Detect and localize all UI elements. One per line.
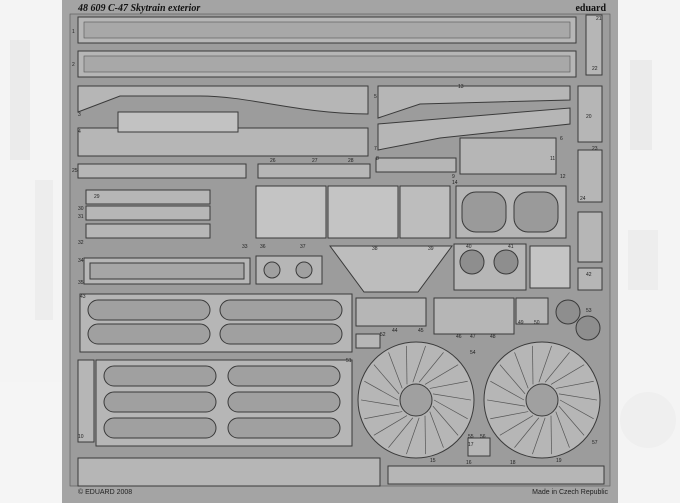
part-number-39: 39 <box>428 246 434 252</box>
part-number-18: 18 <box>510 460 516 466</box>
part-number-1: 1 <box>72 29 75 35</box>
part-number-30: 30 <box>78 206 84 212</box>
part-number-20: 20 <box>586 114 592 120</box>
part-number-23: 23 <box>592 146 598 152</box>
copyright-text: © EDUARD 2008 <box>78 489 133 496</box>
part-number-22: 22 <box>592 66 598 72</box>
part-number-44: 44 <box>392 328 398 334</box>
part-number-4: 4 <box>78 129 81 135</box>
mesh-panels <box>255 185 451 239</box>
part-number-27: 27 <box>312 158 318 164</box>
part-number-11: 11 <box>550 156 555 162</box>
brand-logo: eduard <box>575 3 606 14</box>
part-number-13: 13 <box>458 84 464 90</box>
part-number-32: 32 <box>78 240 84 246</box>
radial-fan-left <box>357 341 475 459</box>
part-number-5: 5 <box>374 94 377 100</box>
part-1-strip <box>77 16 577 44</box>
part-number-35: 35 <box>78 280 84 286</box>
part-number-16: 16 <box>466 460 472 466</box>
part-number-3: 3 <box>78 112 81 118</box>
part-number-51: 51 <box>346 358 352 364</box>
part-number-38: 38 <box>372 246 378 252</box>
part-number-57: 57 <box>592 440 598 446</box>
part-30-bar <box>83 257 251 285</box>
part-number-40: 40 <box>466 244 472 250</box>
part-number-8: 8 <box>376 156 379 162</box>
part-number-26: 26 <box>270 158 276 164</box>
part-number-17: 17 <box>468 442 474 448</box>
part-number-12: 12 <box>560 174 566 180</box>
vent-parts <box>453 243 571 291</box>
part-number-50: 50 <box>534 320 540 326</box>
part-number-2: 2 <box>72 62 75 68</box>
part-number-36: 36 <box>260 244 266 250</box>
part-number-41: 41 <box>508 244 514 250</box>
oval-slot-panels <box>77 293 353 447</box>
part-number-14: 14 <box>452 180 458 186</box>
part-number-53: 53 <box>586 308 592 314</box>
part-number-46: 46 <box>456 334 462 340</box>
part-number-24: 24 <box>580 196 586 202</box>
part-number-37: 37 <box>300 244 306 250</box>
oval-windows-upper <box>455 185 567 239</box>
part-number-55: 55 <box>468 434 474 440</box>
part-number-33: 33 <box>242 244 248 250</box>
part-number-28: 28 <box>348 158 354 164</box>
part-number-19: 19 <box>556 458 562 464</box>
part-number-29: 29 <box>94 194 100 200</box>
part-number-52: 52 <box>380 332 386 338</box>
part-number-6: 6 <box>560 136 563 142</box>
part-number-10: 10 <box>78 434 84 440</box>
part-number-56: 56 <box>480 434 486 440</box>
part-number-15: 15 <box>430 458 436 464</box>
radial-fan-right <box>483 341 601 459</box>
part-number-54: 54 <box>470 350 476 356</box>
part-number-21: 21 <box>596 16 602 22</box>
part-number-43: 43 <box>80 294 86 300</box>
origin-text: Made in Czech Republic <box>532 489 608 496</box>
fret-title: 48 609 C-47 Skytrain exterior <box>78 3 201 14</box>
part-number-45: 45 <box>418 328 424 334</box>
photo-etch-fret: 123456789101112131415 161718 1920212223242… <box>0 0 680 503</box>
part-number-7: 7 <box>374 146 377 152</box>
part-number-42: 42 <box>586 272 592 278</box>
part-number-49: 49 <box>518 320 524 326</box>
part-number-48: 48 <box>490 334 496 340</box>
part-small-comb <box>117 111 239 133</box>
small-round-parts <box>255 255 323 285</box>
part-2-strip <box>77 50 577 78</box>
part-number-34: 34 <box>78 258 84 264</box>
part-number-47: 47 <box>470 334 476 340</box>
part-number-25: 25 <box>72 168 78 174</box>
part-number-31: 31 <box>78 214 84 220</box>
